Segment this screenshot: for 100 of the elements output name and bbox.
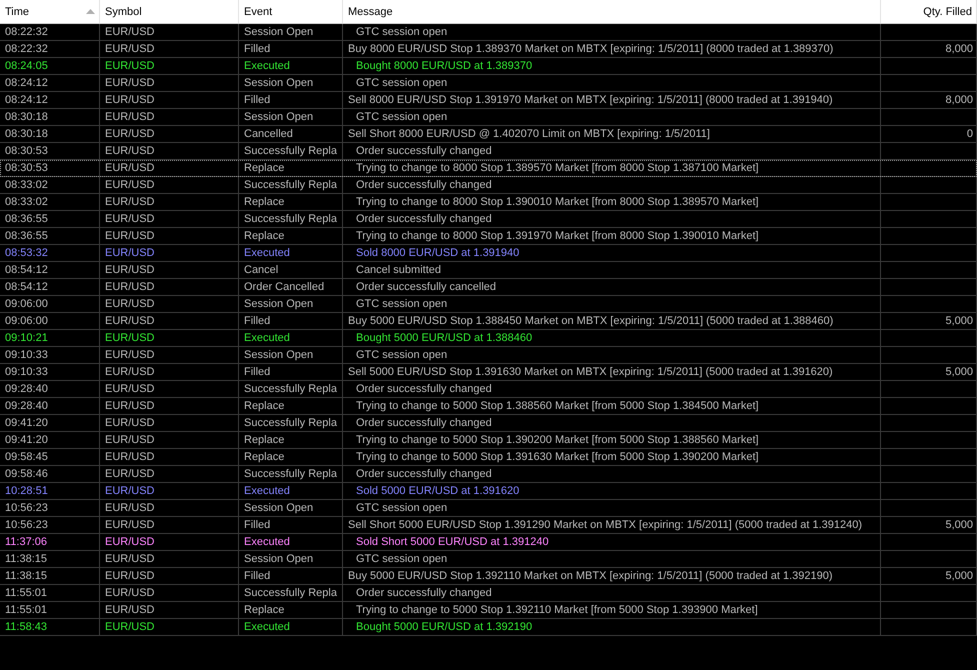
table-cell: Filled — [239, 92, 343, 108]
table-row[interactable]: 08:53:32 EUR/USD Executed Sold 8000 EUR/USD at 1.391940 — [0, 245, 977, 262]
table-cell: Replace — [239, 228, 343, 244]
table-row[interactable]: 08:36:55 EUR/USD Successfully Repla Order successfully changed — [0, 211, 977, 228]
table-row[interactable]: 08:30:53 EUR/USD Replace Trying to change to 8000 Stop 1.389570 Market [from 8000 Stop 1.387100 Market] — [0, 160, 977, 177]
table-row[interactable]: 08:54:12 EUR/USD Cancel Cancel submitted — [0, 262, 977, 279]
table-cell: EUR/USD — [100, 483, 239, 499]
table-cell: EUR/USD — [100, 177, 239, 193]
table-cell: Replace — [239, 432, 343, 448]
table-row[interactable]: 08:24:12 EUR/USD Session Open GTC session open — [0, 75, 977, 92]
table-cell: Successfully Repla — [239, 381, 343, 397]
table-cell: 08:30:18 — [0, 126, 100, 142]
table-cell: Successfully Repla — [239, 177, 343, 193]
table-row[interactable]: 09:58:46 EUR/USD Successfully Repla Order successfully changed — [0, 466, 977, 483]
table-cell: 8,000 — [881, 92, 977, 108]
table-cell: 09:10:33 — [0, 347, 100, 363]
column-header[interactable]: Message — [343, 0, 881, 23]
table-cell: Filled — [239, 313, 343, 329]
table-cell: 5,000 — [881, 517, 977, 533]
table-row[interactable]: 10:56:23 EUR/USD Filled Sell Short 5000 EUR/USD Stop 1.391290 Market on MBTX [expiring: 1/5/2011] (5000 traded at 1.391240) 5,000 — [0, 517, 977, 534]
table-cell: Filled — [239, 568, 343, 584]
table-row[interactable]: 08:33:02 EUR/USD Replace Trying to change to 8000 Stop 1.390010 Market [from 8000 Stop 1.389570 Market] — [0, 194, 977, 211]
table-cell: Sell Short 8000 EUR/USD @ 1.402070 Limit on MBTX [expiring: 1/5/2011] — [343, 126, 881, 142]
table-cell: EUR/USD — [100, 143, 239, 159]
table-cell: EUR/USD — [100, 602, 239, 618]
table-cell: Session Open — [239, 75, 343, 91]
table-cell: 08:33:02 — [0, 194, 100, 210]
table-row[interactable]: 09:28:40 EUR/USD Replace Trying to change to 5000 Stop 1.388560 Market [from 5000 Stop 1.384500 Market] — [0, 398, 977, 415]
table-cell: Cancel submitted — [343, 262, 881, 278]
table-row[interactable]: 11:38:15 EUR/USD Filled Buy 5000 EUR/USD Stop 1.392110 Market on MBTX [expiring: 1/5/2011] (5000 traded at 1.392190) 5,000 — [0, 568, 977, 585]
table-row[interactable]: 08:30:53 EUR/USD Successfully Repla Order successfully changed — [0, 143, 977, 160]
table-row[interactable]: 09:10:33 EUR/USD Session Open GTC session open — [0, 347, 977, 364]
table-cell: Bought 5000 EUR/USD at 1.388460 — [343, 330, 881, 346]
table-cell: 08:53:32 — [0, 245, 100, 261]
table-cell: Trying to change to 8000 Stop 1.390010 Market [from 8000 Stop 1.389570 Market] — [343, 194, 881, 210]
table-cell: GTC session open — [343, 24, 881, 40]
table-cell: 11:58:43 — [0, 619, 100, 635]
table-cell: 09:41:20 — [0, 432, 100, 448]
table-row[interactable]: 09:28:40 EUR/USD Successfully Repla Order successfully changed — [0, 381, 977, 398]
table-cell: Sold 5000 EUR/USD at 1.391620 — [343, 483, 881, 499]
table-cell: Order successfully changed — [343, 585, 881, 601]
table-cell: EUR/USD — [100, 262, 239, 278]
table-row[interactable]: 08:22:32 EUR/USD Session Open GTC session open — [0, 24, 977, 41]
table-cell: EUR/USD — [100, 500, 239, 516]
table-cell: Executed — [239, 58, 343, 74]
table-row[interactable]: 11:38:15 EUR/USD Session Open GTC session open — [0, 551, 977, 568]
column-header[interactable]: Qty. Filled — [881, 0, 977, 23]
table-cell: EUR/USD — [100, 296, 239, 312]
table-row[interactable]: 11:55:01 EUR/USD Replace Trying to change to 5000 Stop 1.392110 Market [from 5000 Stop 1.393900 Market] — [0, 602, 977, 619]
table-cell: EUR/USD — [100, 619, 239, 635]
table-row[interactable]: 09:41:20 EUR/USD Successfully Repla Order successfully changed — [0, 415, 977, 432]
table-cell: Order successfully changed — [343, 143, 881, 159]
table-cell: Replace — [239, 160, 343, 176]
table-cell: 08:54:12 — [0, 262, 100, 278]
table-cell: EUR/USD — [100, 75, 239, 91]
table-cell: Successfully Repla — [239, 466, 343, 482]
table-cell: 08:30:18 — [0, 109, 100, 125]
table-cell: 11:38:15 — [0, 568, 100, 584]
table-row[interactable]: 09:10:33 EUR/USD Filled Sell 5000 EUR/USD Stop 1.391630 Market on MBTX [expiring: 1/5/2011] (5000 traded at 1.391620) 5,000 — [0, 364, 977, 381]
table-row[interactable]: 09:06:00 EUR/USD Session Open GTC session open — [0, 296, 977, 313]
table-row[interactable]: 09:58:45 EUR/USD Replace Trying to change to 5000 Stop 1.391630 Market [from 5000 Stop 1.390200 Market] — [0, 449, 977, 466]
table-cell: GTC session open — [343, 347, 881, 363]
table-cell: Filled — [239, 41, 343, 57]
table-cell: EUR/USD — [100, 279, 239, 295]
table-row[interactable]: 08:54:12 EUR/USD Order Cancelled Order successfully cancelled — [0, 279, 977, 296]
table-row[interactable]: 10:56:23 EUR/USD Session Open GTC session open — [0, 500, 977, 517]
table-row[interactable]: 09:41:20 EUR/USD Replace Trying to change to 5000 Stop 1.390200 Market [from 5000 Stop 1.388560 Market] — [0, 432, 977, 449]
table-cell: Sell 8000 EUR/USD Stop 1.391970 Market on MBTX [expiring: 1/5/2011] (8000 traded at 1.391940) — [343, 92, 881, 108]
table-row[interactable]: 11:37:06 EUR/USD Executed Sold Short 5000 EUR/USD at 1.391240 — [0, 534, 977, 551]
table-cell: 09:28:40 — [0, 381, 100, 397]
table-cell: Successfully Repla — [239, 415, 343, 431]
table-row[interactable]: 08:24:12 EUR/USD Filled Sell 8000 EUR/USD Stop 1.391970 Market on MBTX [expiring: 1/5/2011] (8000 traded at 1.391940) 8,000 — [0, 92, 977, 109]
table-cell: Buy 8000 EUR/USD Stop 1.389370 Market on MBTX [expiring: 1/5/2011] (8000 traded at 1.389370) — [343, 41, 881, 57]
table-row[interactable]: 09:06:00 EUR/USD Filled Buy 5000 EUR/USD Stop 1.388450 Market on MBTX [expiring: 1/5/2011] (5000 traded at 1.388460) 5,000 — [0, 313, 977, 330]
table-cell: EUR/USD — [100, 415, 239, 431]
table-row[interactable]: 08:22:32 EUR/USD Filled Buy 8000 EUR/USD Stop 1.389370 Market on MBTX [expiring: 1/5/2011] (8000 traded at 1.389370) 8,000 — [0, 41, 977, 58]
table-cell: Trying to change to 8000 Stop 1.391970 Market [from 8000 Stop 1.390010 Market] — [343, 228, 881, 244]
table-row[interactable]: 11:55:01 EUR/USD Successfully Repla Order successfully changed — [0, 585, 977, 602]
table-cell: EUR/USD — [100, 245, 239, 261]
table-row[interactable]: 09:10:21 EUR/USD Executed Bought 5000 EUR/USD at 1.388460 — [0, 330, 977, 347]
table-cell: 09:58:46 — [0, 466, 100, 482]
table-row[interactable]: 08:33:02 EUR/USD Successfully Repla Order successfully changed — [0, 177, 977, 194]
table-row[interactable]: 08:30:18 EUR/USD Session Open GTC session open — [0, 109, 977, 126]
table-cell: 10:56:23 — [0, 517, 100, 533]
table-cell: Cancelled — [239, 126, 343, 142]
table-row[interactable]: 08:36:55 EUR/USD Replace Trying to change to 8000 Stop 1.391970 Market [from 8000 Stop 1.390010 Market] — [0, 228, 977, 245]
table-cell: 11:55:01 — [0, 585, 100, 601]
table-cell: 09:28:40 — [0, 398, 100, 414]
table-cell: 09:10:21 — [0, 330, 100, 346]
table-row[interactable]: 10:28:51 EUR/USD Executed Sold 5000 EUR/USD at 1.391620 — [0, 483, 977, 500]
table-row[interactable]: 08:24:05 EUR/USD Executed Bought 8000 EUR/USD at 1.389370 — [0, 58, 977, 75]
column-header[interactable]: Time — [0, 0, 100, 23]
table-cell: Buy 5000 EUR/USD Stop 1.388450 Market on MBTX [expiring: 1/5/2011] (5000 traded at 1.388460) — [343, 313, 881, 329]
table-cell: Filled — [239, 517, 343, 533]
column-header[interactable]: Event — [239, 0, 343, 23]
table-row[interactable]: 11:58:43 EUR/USD Executed Bought 5000 EUR/USD at 1.392190 — [0, 619, 977, 636]
table-cell: 09:06:00 — [0, 313, 100, 329]
table-cell: EUR/USD — [100, 58, 239, 74]
column-header[interactable]: Symbol — [100, 0, 239, 23]
table-row[interactable]: 08:30:18 EUR/USD Cancelled Sell Short 8000 EUR/USD @ 1.402070 Limit on MBTX [expiring: 1/5/2011] 0 — [0, 126, 977, 143]
